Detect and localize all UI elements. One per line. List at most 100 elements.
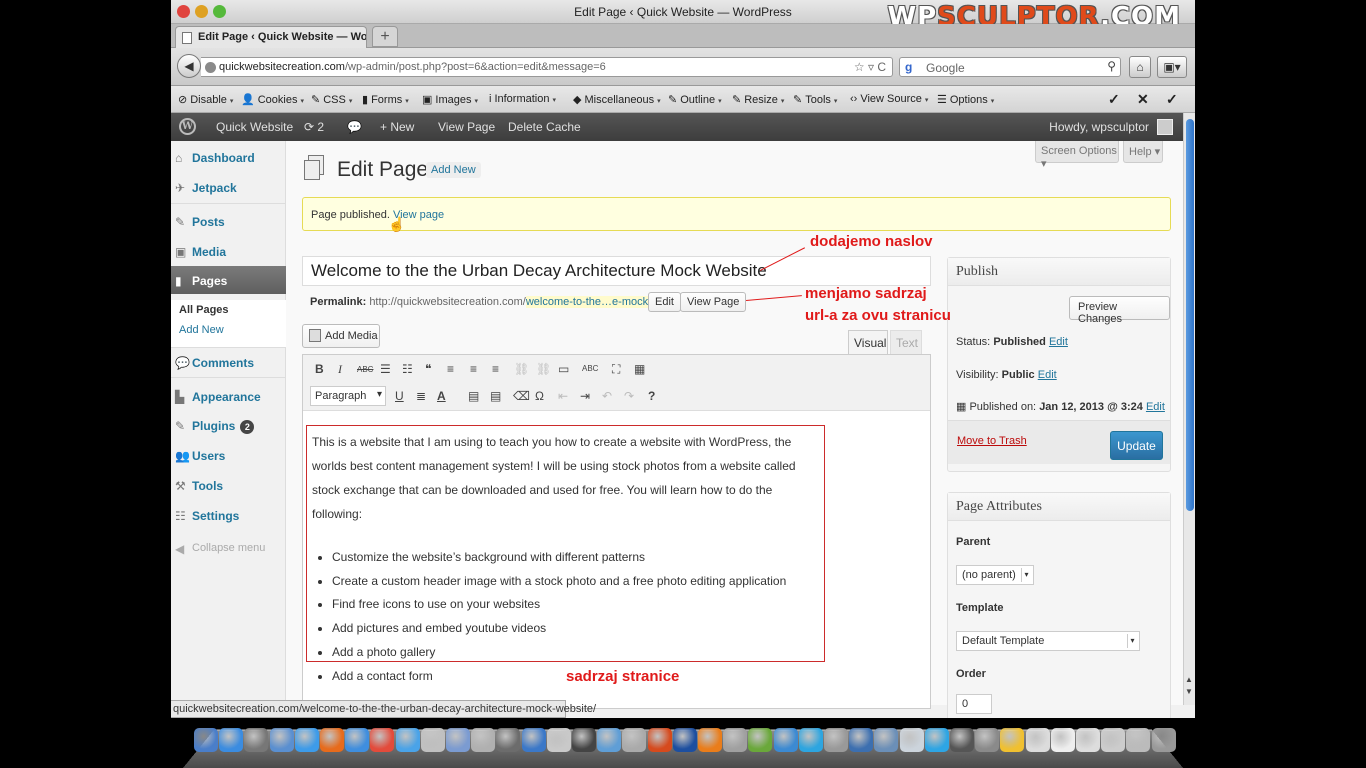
- dock-app-icon[interactable]: [420, 728, 445, 752]
- link-icon[interactable]: ⛓: [514, 362, 529, 376]
- justify-icon[interactable]: ≣: [416, 389, 426, 403]
- dock-app-icon[interactable]: [773, 728, 798, 752]
- spellcheck-icon[interactable]: ABC: [582, 364, 598, 373]
- dock-app-icon[interactable]: [446, 728, 470, 752]
- screen-options-tab[interactable]: Screen Options ▾: [1035, 141, 1119, 170]
- sidebar-item-pages[interactable]: ▮ Pages: [171, 266, 294, 294]
- home-button[interactable]: ⌂: [1129, 56, 1151, 78]
- sidebar-item-appearance[interactable]: ▙ Appearance: [171, 382, 286, 410]
- avatar[interactable]: [1157, 119, 1173, 135]
- dev-resize-menu[interactable]: ✎ Resize ▾: [732, 93, 784, 106]
- scroll-down-arrow-icon[interactable]: ▼: [1185, 687, 1193, 696]
- insert-more-icon[interactable]: ▭: [558, 362, 569, 376]
- clear-formatting-icon[interactable]: ⌫: [513, 389, 530, 403]
- dock-app-icon[interactable]: [924, 728, 949, 752]
- new-content-link[interactable]: + New: [380, 120, 414, 134]
- bookmark-menu-button[interactable]: ▣▾: [1157, 56, 1187, 78]
- wordpress-logo-icon[interactable]: W: [179, 118, 196, 135]
- dock-app-icon[interactable]: [723, 728, 748, 752]
- delete-cache-link[interactable]: Delete Cache: [508, 120, 581, 134]
- scroll-thumb[interactable]: [1186, 119, 1194, 511]
- update-button[interactable]: Update: [1110, 431, 1163, 460]
- sidebar-item-jetpack[interactable]: ✈ Jetpack: [171, 173, 286, 201]
- outdent-icon[interactable]: ⇤: [558, 389, 568, 403]
- add-new-page-button[interactable]: Add New: [426, 162, 481, 178]
- page-scrollbar[interactable]: ▲ ▼: [1183, 113, 1195, 705]
- strikethrough-icon[interactable]: ABC: [357, 365, 373, 374]
- dev-information-menu[interactable]: i Information ▾: [489, 93, 556, 105]
- paste-text-icon[interactable]: ▤: [468, 389, 479, 403]
- dock-app-icon[interactable]: [824, 728, 848, 752]
- bold-icon[interactable]: B: [315, 362, 324, 376]
- undo-icon[interactable]: ↶: [602, 389, 612, 403]
- dock-app-icon[interactable]: [950, 728, 974, 752]
- add-media-button[interactable]: Add Media: [302, 324, 380, 348]
- sidebar-item-settings[interactable]: ☷ Settings: [171, 501, 286, 529]
- url-field[interactable]: quickwebsitecreation.com/wp-admin/post.p…: [201, 57, 893, 77]
- preview-changes-button[interactable]: Preview Changes: [1069, 296, 1170, 325]
- dock-app-icon[interactable]: [219, 728, 244, 752]
- paste-word-icon[interactable]: ▤: [490, 389, 501, 403]
- edit-status-link[interactable]: Edit: [1049, 336, 1068, 348]
- url-tools[interactable]: ☆ ▿ C: [854, 60, 886, 74]
- dock-app-icon[interactable]: [849, 728, 874, 752]
- sidebar-item-media[interactable]: ▣ Media: [171, 237, 286, 265]
- tab-visual[interactable]: Visual: [848, 330, 888, 354]
- parent-select[interactable]: (no parent) ▾: [956, 565, 1034, 585]
- dev-tools-menu[interactable]: ✎ Tools ▾: [793, 93, 837, 106]
- dock-app-icon[interactable]: [647, 728, 672, 752]
- dock-app-icon[interactable]: [622, 728, 647, 752]
- dock-app-icon[interactable]: [975, 728, 1000, 752]
- dev-images-menu[interactable]: ▣ Images ▾: [422, 93, 478, 106]
- sidebar-item-comments[interactable]: 💬 Comments: [171, 348, 286, 376]
- dock-app-icon[interactable]: [1126, 728, 1151, 752]
- format-select[interactable]: Paragraph: [310, 386, 386, 406]
- error-x-icon[interactable]: ✕: [1137, 91, 1149, 108]
- dock-app-icon[interactable]: [521, 728, 546, 752]
- indent-icon[interactable]: ⇥: [580, 389, 590, 403]
- dock-app-icon[interactable]: [370, 728, 395, 752]
- sidebar-item-tools[interactable]: ⚒ Tools: [171, 471, 286, 499]
- dock-app-icon[interactable]: [294, 728, 319, 752]
- updates-link[interactable]: ⟳ 2: [304, 120, 324, 134]
- dock-app-icon[interactable]: [798, 728, 823, 752]
- dock-app-icon[interactable]: [1151, 728, 1176, 752]
- redo-icon[interactable]: ↷: [624, 389, 634, 403]
- dev-disable-menu[interactable]: ⊘ Disable ▾: [178, 93, 233, 106]
- sidebar-item-dashboard[interactable]: ⌂ Dashboard: [171, 143, 286, 171]
- submenu-all-pages[interactable]: All Pages: [179, 304, 229, 316]
- dock-app-icon[interactable]: [1025, 728, 1050, 752]
- new-tab-button[interactable]: +: [372, 26, 398, 47]
- dock-app-icon[interactable]: [597, 728, 622, 752]
- align-left-icon[interactable]: ≡: [447, 362, 454, 376]
- dev-outline-menu[interactable]: ✎ Outline ▾: [668, 93, 722, 106]
- dock-app-icon[interactable]: [194, 728, 218, 752]
- dev-view-source-menu[interactable]: ‹› View Source ▾: [850, 93, 928, 105]
- move-to-trash-link[interactable]: Move to Trash: [957, 435, 1027, 447]
- site-name-link[interactable]: Quick Website: [216, 120, 293, 134]
- align-center-icon[interactable]: ≡: [470, 362, 477, 376]
- dock-app-icon[interactable]: [698, 728, 722, 752]
- dock-app-icon[interactable]: [496, 728, 521, 752]
- underline-icon[interactable]: U: [395, 389, 404, 403]
- scroll-up-arrow-icon[interactable]: ▲: [1185, 675, 1193, 684]
- kitchen-sink-icon[interactable]: ▦: [634, 362, 645, 376]
- edit-permalink-button[interactable]: Edit: [648, 292, 681, 312]
- dock-app-icon[interactable]: [546, 728, 571, 752]
- post-title-input[interactable]: Welcome to the the Urban Decay Architect…: [302, 256, 931, 286]
- dev-options-menu[interactable]: ☰ Options ▾: [937, 93, 994, 106]
- tab-text[interactable]: Text: [890, 330, 922, 354]
- special-character-icon[interactable]: Ω: [535, 389, 544, 403]
- dock-app-icon[interactable]: [471, 728, 496, 752]
- browser-tab[interactable]: Edit Page ‹ Quick Website — Wo...: [175, 26, 367, 48]
- dock-app-icon[interactable]: [395, 728, 420, 752]
- blockquote-icon[interactable]: ❝: [425, 362, 431, 376]
- dock-app-icon[interactable]: [244, 728, 269, 752]
- bullet-list-icon[interactable]: ☰: [380, 362, 391, 376]
- numbered-list-icon[interactable]: ☷: [402, 362, 413, 376]
- dock-app-icon[interactable]: [1101, 728, 1126, 752]
- comments-icon[interactable]: 💬: [347, 120, 362, 134]
- dock-app-icon[interactable]: [572, 728, 596, 752]
- template-select[interactable]: Default Template ▾: [956, 631, 1140, 651]
- search-icon[interactable]: ⚲: [1107, 59, 1116, 73]
